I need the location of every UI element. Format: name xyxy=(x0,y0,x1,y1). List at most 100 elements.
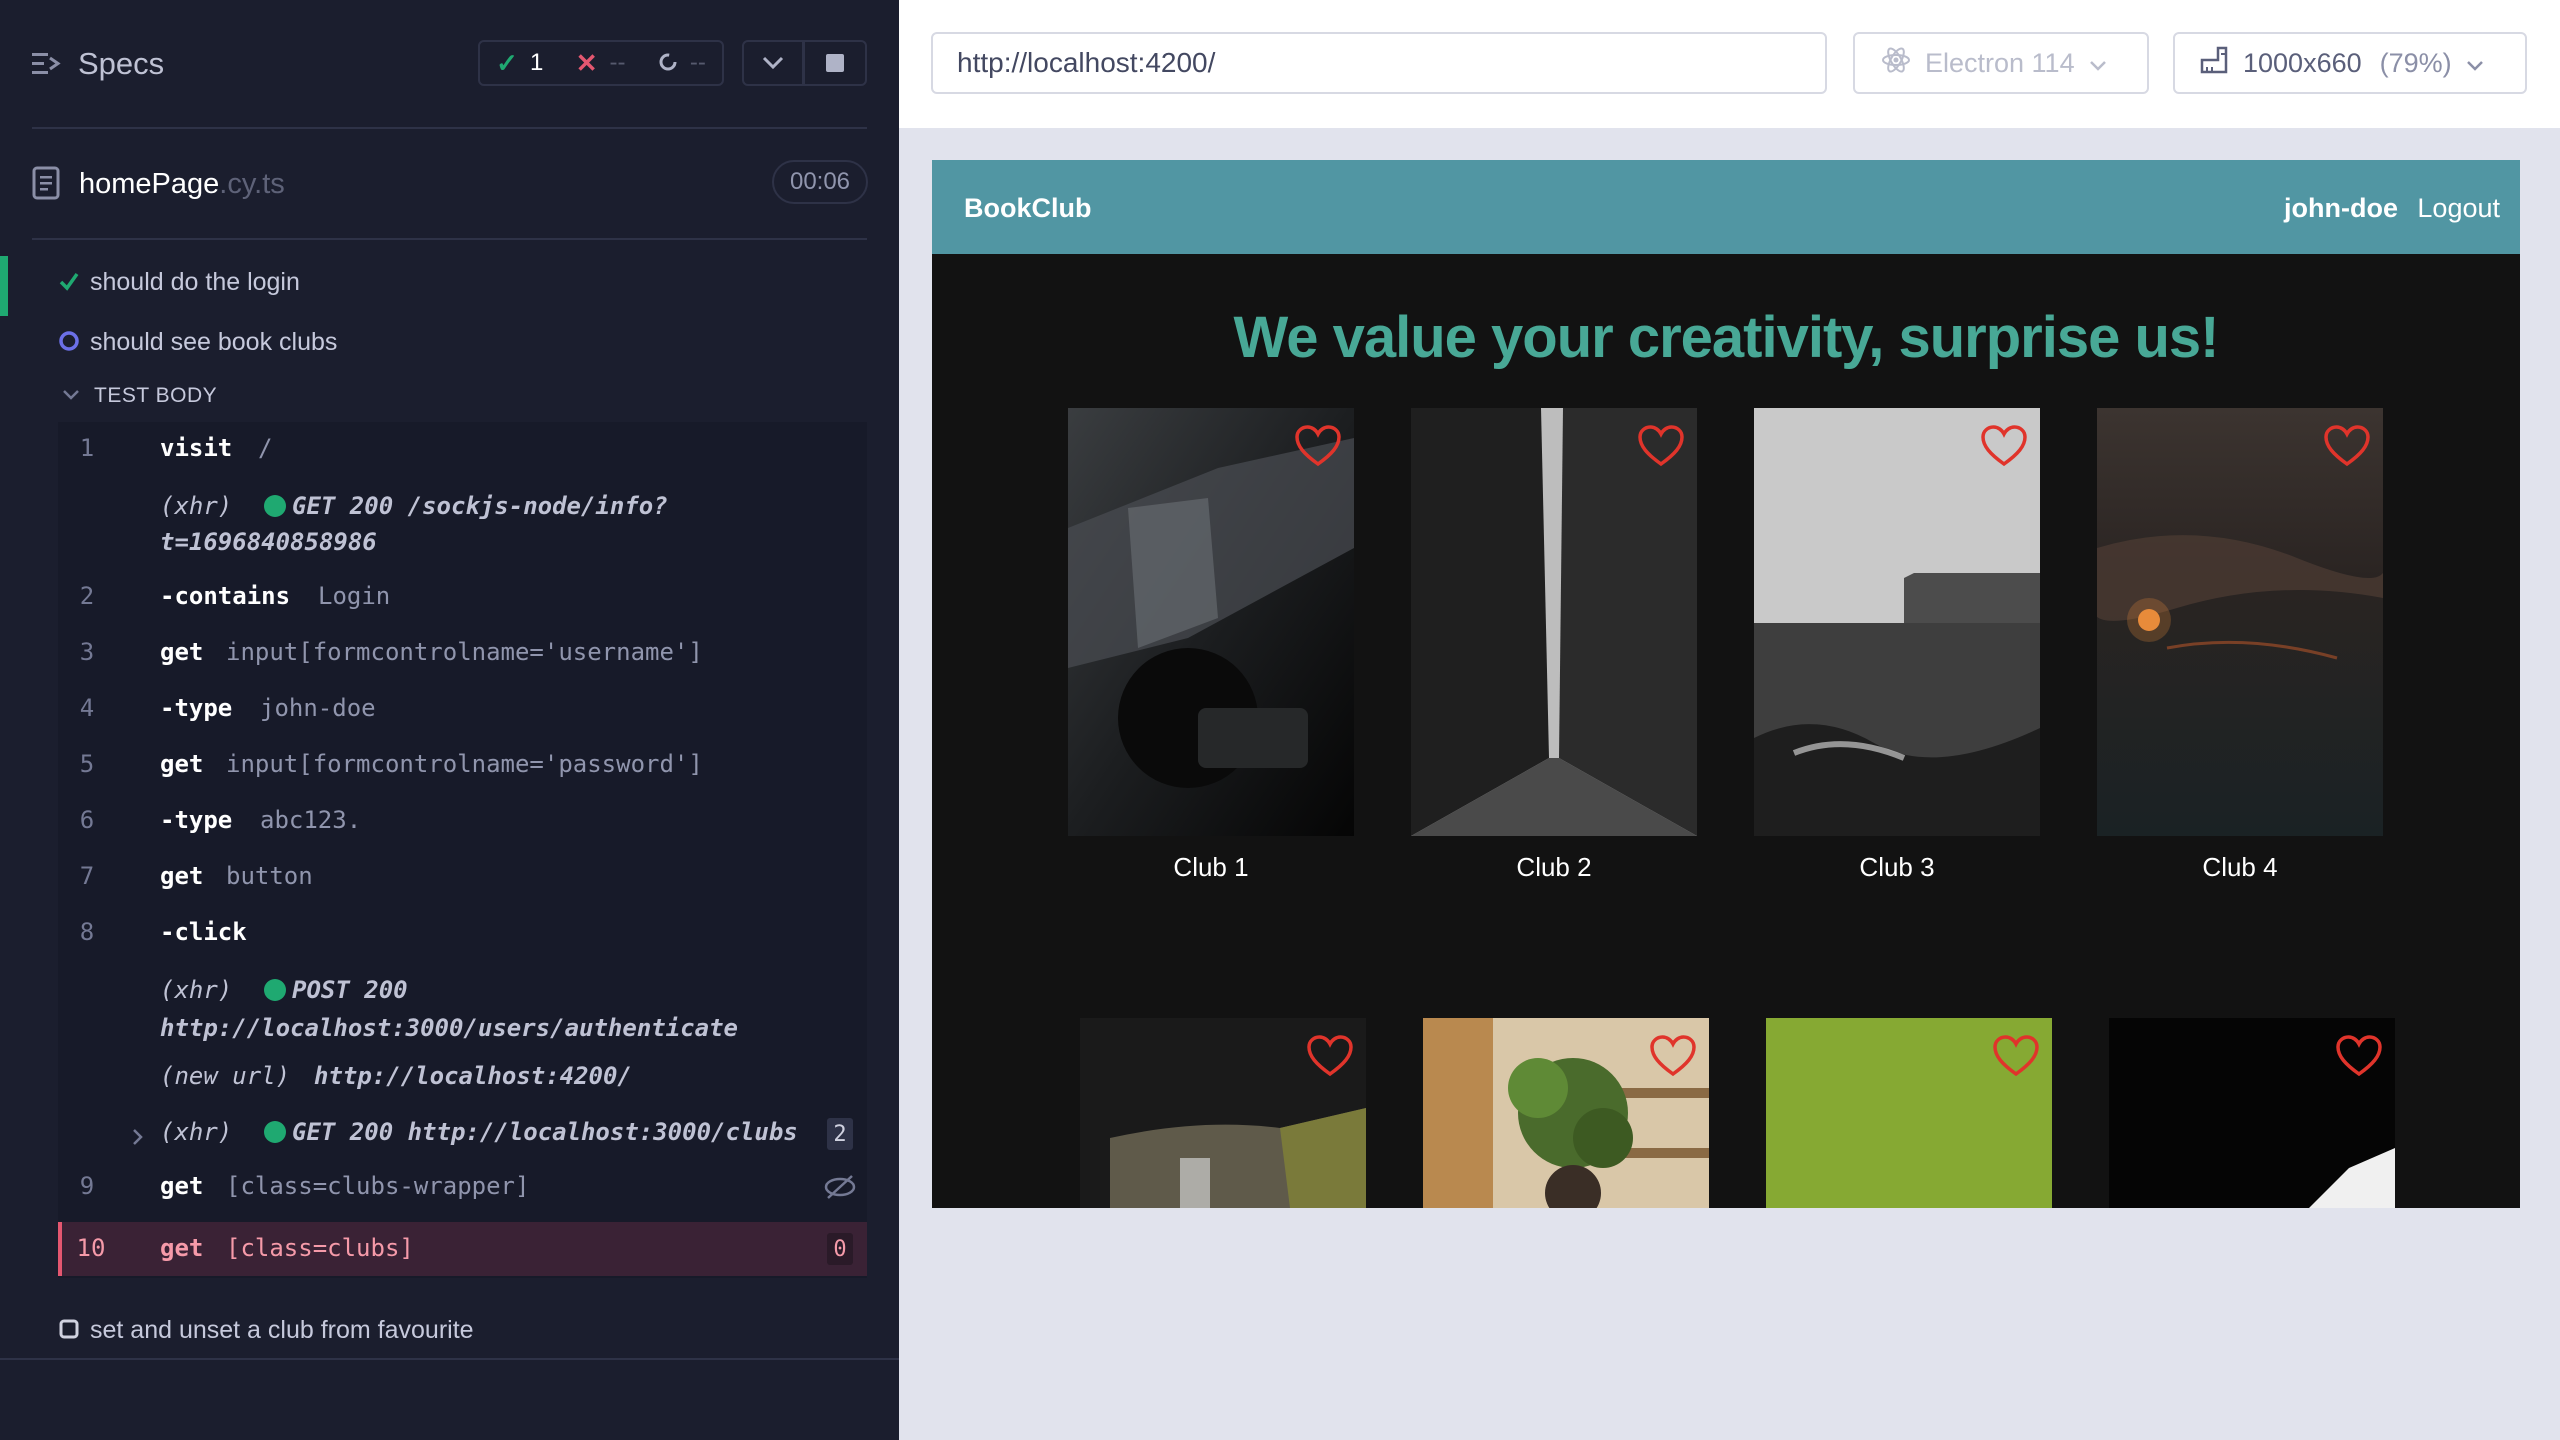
club-card[interactable] xyxy=(1080,1018,1366,1208)
club-card[interactable] xyxy=(1766,1018,2052,1208)
command-get[interactable]: 7 get button xyxy=(58,862,867,904)
heart-icon[interactable] xyxy=(1649,1034,1697,1083)
check-icon xyxy=(58,270,80,297)
command-number: 8 xyxy=(79,918,95,946)
heart-icon[interactable] xyxy=(2323,424,2371,473)
user-name: john-doe xyxy=(2284,193,2398,223)
viewport-ruler-icon xyxy=(2199,45,2229,82)
specs-list-icon[interactable] xyxy=(32,50,62,83)
test-row-should-see-book-clubs[interactable]: should see book clubs xyxy=(0,316,899,368)
club-card[interactable]: Club 2 xyxy=(1411,408,1697,898)
app-under-test-frame: BookClub john-doe Logout We value your c… xyxy=(932,160,2520,1208)
command-get-active[interactable]: 10 get [class=clubs] 0 xyxy=(58,1222,867,1276)
x-icon: ✕ xyxy=(575,47,598,78)
command-number: 10 xyxy=(76,1234,106,1262)
command-message-continued: http://localhost:3000/users/authenticate xyxy=(160,1014,738,1042)
test-title: set and unset a club from favourite xyxy=(90,1315,474,1344)
command-type[interactable]: 6 -type abc123. xyxy=(58,806,867,848)
chevron-down-icon xyxy=(762,56,784,70)
heart-icon[interactable] xyxy=(1992,1034,2040,1083)
command-name: (xhr) xyxy=(160,492,233,520)
command-type[interactable]: 4 -type john-doe xyxy=(58,694,867,736)
running-spinner-icon xyxy=(58,330,80,357)
divider xyxy=(32,238,867,240)
pass-indicator xyxy=(0,256,8,316)
command-name: (xhr) xyxy=(160,1118,233,1146)
status-dot-icon xyxy=(264,495,286,517)
command-xhr-clubs[interactable]: (xhr) GET 200 http://localhost:3000/club… xyxy=(58,1118,867,1160)
heart-icon[interactable] xyxy=(1980,424,2028,473)
passed-stat: ✓ 1 xyxy=(496,48,543,79)
command-message: [class=clubs-wrapper] xyxy=(226,1172,530,1200)
club-card[interactable]: Club 1 xyxy=(1068,408,1354,898)
command-xhr[interactable]: (xhr) GET 200 /sockjs-node/info? t=16968… xyxy=(58,492,867,564)
command-name: get xyxy=(160,1172,204,1200)
club-card[interactable] xyxy=(1423,1018,1709,1208)
viewport-size: 1000x660 xyxy=(2243,47,2362,78)
spec-file-name[interactable]: homePage.cy.ts xyxy=(79,168,285,201)
command-message: john-doe xyxy=(260,694,376,722)
zoom-level: (79%) xyxy=(2379,47,2452,78)
chevron-down-icon[interactable] xyxy=(62,388,80,406)
heart-icon[interactable] xyxy=(1294,424,1342,473)
command-name: -click xyxy=(160,918,247,946)
club-card[interactable] xyxy=(2109,1018,2395,1208)
command-new-url[interactable]: (new url) http://localhost:4200/ xyxy=(58,1062,867,1104)
logout-link[interactable]: Logout xyxy=(2417,193,2500,224)
club-card[interactable]: Club 4 xyxy=(2097,408,2383,898)
url-bar[interactable]: http://localhost:4200/ xyxy=(931,32,1827,94)
command-visit[interactable]: 1 visit / xyxy=(58,434,867,476)
command-name: -type xyxy=(160,694,233,722)
command-name: -type xyxy=(160,806,233,834)
command-message: http://localhost:4200/ xyxy=(314,1062,632,1090)
command-message: Login xyxy=(318,582,391,610)
chevron-right-icon[interactable] xyxy=(132,1124,144,1152)
command-get[interactable]: 3 get input[formcontrolname='username'] xyxy=(58,638,867,680)
request-count-badge: 2 xyxy=(827,1118,853,1150)
club-card[interactable]: Club 3 xyxy=(1754,408,2040,898)
heart-icon[interactable] xyxy=(1637,424,1685,473)
browser-selector[interactable]: Electron 114 xyxy=(1853,32,2149,94)
test-title: should see book clubs xyxy=(90,327,338,356)
club-name: Club 2 xyxy=(1516,852,1592,882)
heart-icon[interactable] xyxy=(2335,1034,2383,1083)
command-get[interactable]: 9 get [class=clubs-wrapper] xyxy=(58,1172,867,1214)
specs-title[interactable]: Specs xyxy=(78,46,164,82)
pending-icon xyxy=(658,48,678,79)
command-name: visit xyxy=(160,434,233,462)
command-number: 7 xyxy=(79,862,95,890)
command-number: 9 xyxy=(79,1172,95,1200)
divider xyxy=(32,127,867,129)
element-count-badge: 0 xyxy=(827,1233,853,1265)
test-row-should-do-the-login[interactable]: should do the login xyxy=(0,256,899,316)
viewport-selector[interactable]: 1000x660 (79%) xyxy=(2173,32,2527,94)
test-row-set-and-unset-favourite[interactable]: set and unset a club from favourite xyxy=(0,1304,899,1356)
heart-icon[interactable] xyxy=(1306,1034,1354,1083)
club-name: Club 4 xyxy=(2202,852,2278,882)
command-message: abc123. xyxy=(260,806,362,834)
status-dot-icon xyxy=(264,1121,286,1143)
command-xhr[interactable]: (xhr) POST 200 http://localhost:3000/use… xyxy=(58,976,867,1048)
brand-link[interactable]: BookClub xyxy=(964,193,1092,224)
command-number: 5 xyxy=(79,750,95,778)
command-name: get xyxy=(160,638,204,666)
failed-count: -- xyxy=(609,49,626,76)
command-number: 1 xyxy=(79,434,95,462)
command-number: 2 xyxy=(79,582,95,610)
command-number: 4 xyxy=(79,694,95,722)
test-stats: ✓ 1 ✕ -- -- xyxy=(478,40,724,86)
electron-icon xyxy=(1881,45,1911,82)
stop-icon xyxy=(826,54,844,72)
command-message: GET 200 /sockjs-node/info? xyxy=(292,492,668,520)
club-name: Club 1 xyxy=(1173,852,1249,882)
command-click[interactable]: 8 -click xyxy=(58,918,867,960)
command-get[interactable]: 5 get input[formcontrolname='password'] xyxy=(58,750,867,792)
command-name: get xyxy=(160,862,204,890)
expand-toggle-button[interactable] xyxy=(742,40,804,86)
stop-button[interactable] xyxy=(803,40,867,86)
pending-square-icon xyxy=(58,1318,80,1345)
command-contains[interactable]: 2 -contains Login xyxy=(58,582,867,624)
check-icon: ✓ xyxy=(496,47,518,78)
chevron-down-icon xyxy=(2089,48,2107,79)
command-log: 1 visit / (xhr) GET 200 /sockjs-node/inf… xyxy=(58,422,867,1278)
